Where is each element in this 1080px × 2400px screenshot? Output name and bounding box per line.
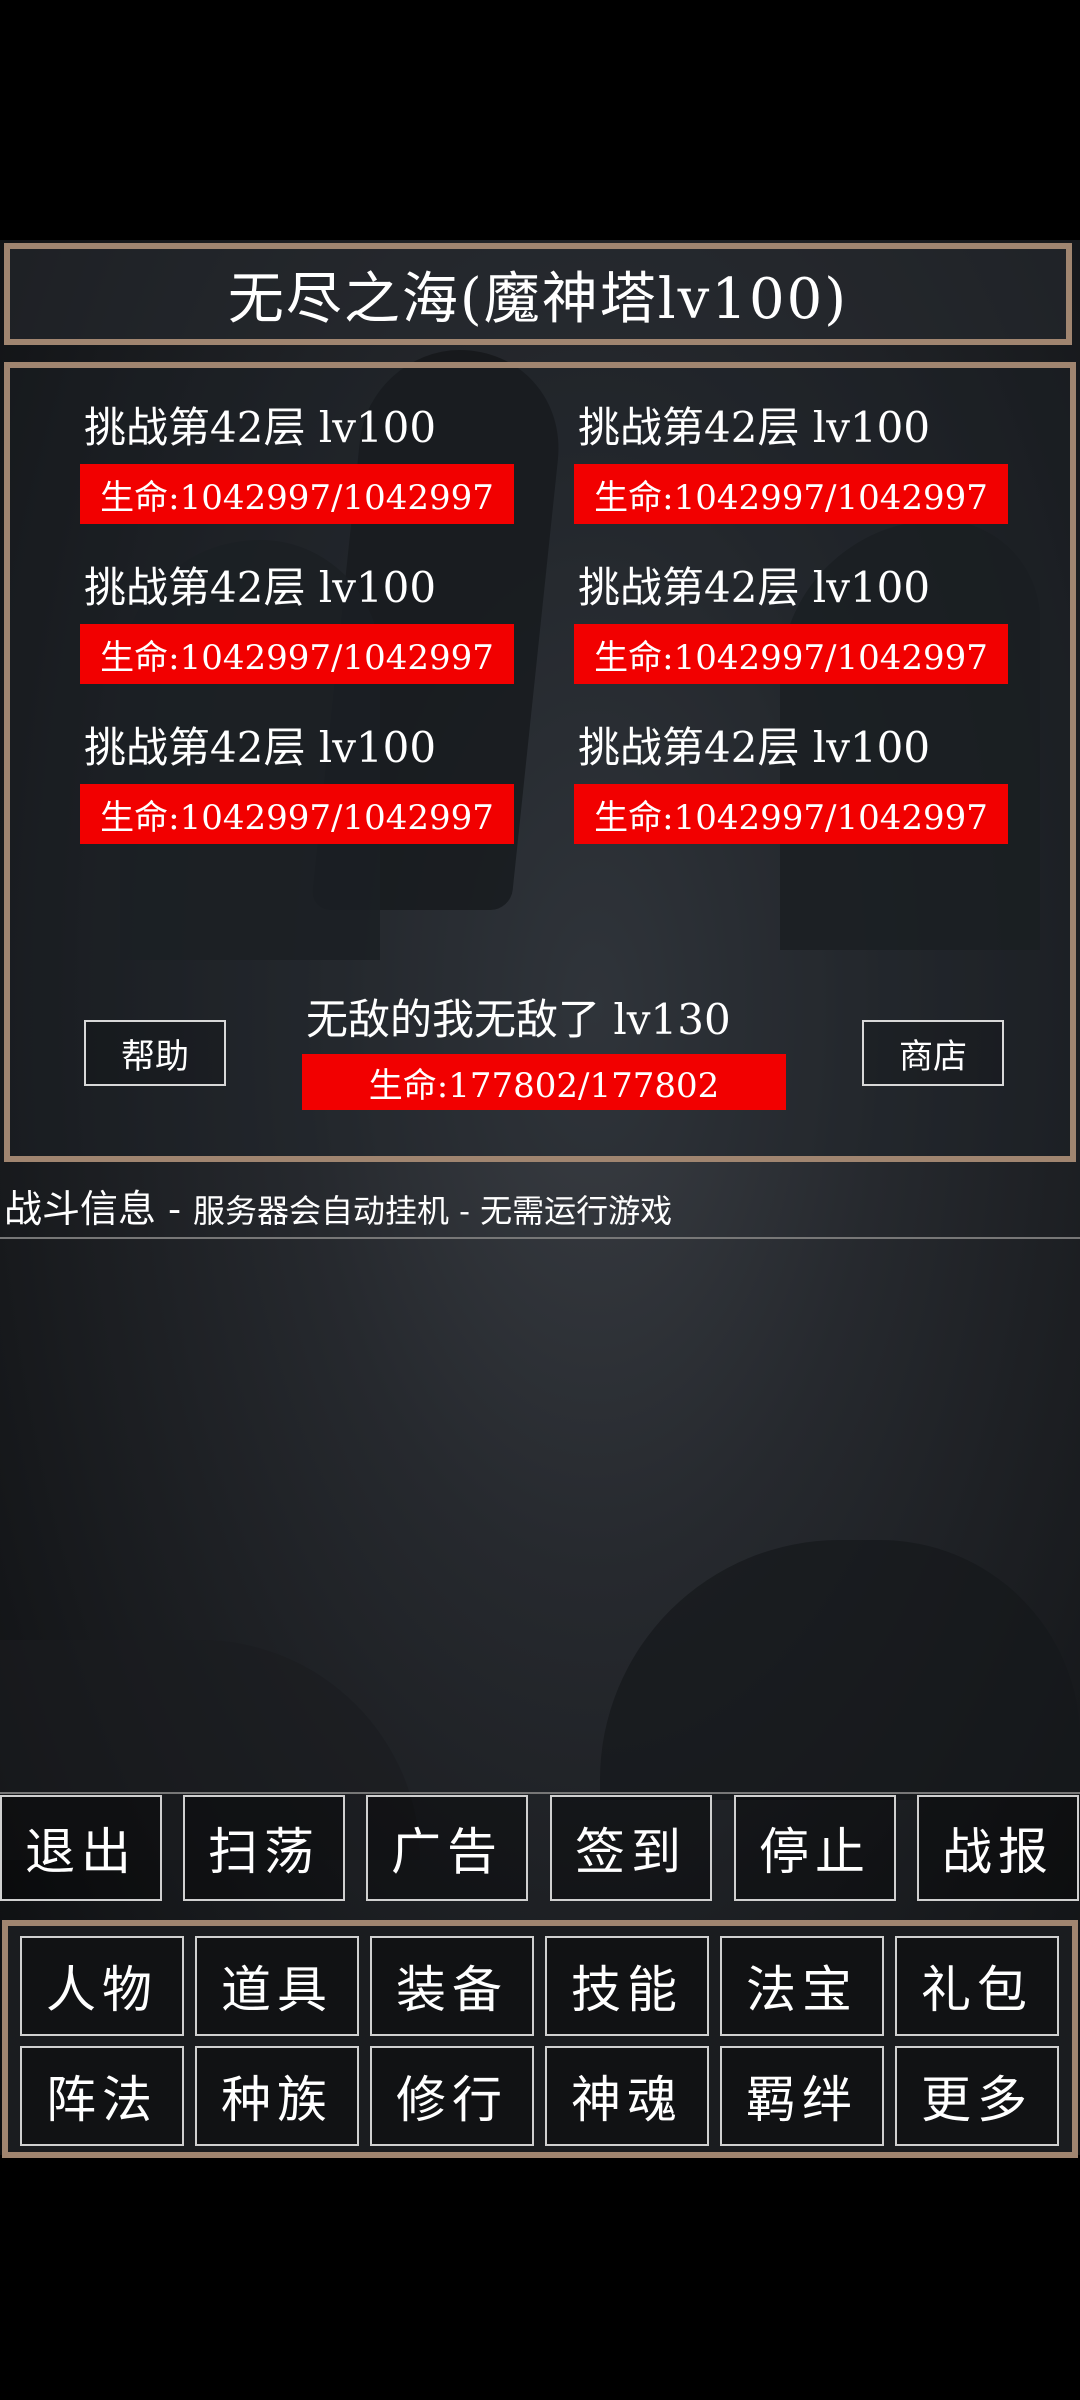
battle-log[interactable]: [0, 1237, 1080, 1794]
menu-cultivation[interactable]: 修行: [370, 2046, 534, 2146]
menu-equipment-label: 装备: [396, 1961, 508, 2019]
sweep-button[interactable]: 扫荡: [183, 1795, 345, 1901]
menu-skills[interactable]: 技能: [545, 1936, 709, 2036]
menu-skills-label: 技能: [571, 1961, 683, 2019]
menu-bonds[interactable]: 羁绊: [720, 2046, 884, 2146]
menu-formation-label: 阵法: [46, 2071, 158, 2129]
enemy-hp-bar: 生命:1042997/1042997: [574, 784, 1008, 844]
stage-title: 无尽之海(魔神塔lv100): [4, 243, 1072, 345]
menu-treasure[interactable]: 法宝: [720, 1936, 884, 2036]
player-hp-bar: 生命:177802/177802: [302, 1054, 786, 1110]
help-button[interactable]: 帮助: [84, 1020, 226, 1086]
menu-character-label: 人物: [46, 1961, 158, 2019]
menu-more[interactable]: 更多: [895, 2046, 1059, 2146]
ad-button-label: 广告: [391, 1823, 503, 1881]
exit-button[interactable]: 退出: [0, 1795, 162, 1901]
enemy-name: 挑战第42层 lv100: [578, 403, 931, 452]
enemy-hp-bar: 生命:1042997/1042997: [574, 624, 1008, 684]
shop-button[interactable]: 商店: [862, 1020, 1004, 1086]
battle-info-header: 战斗信息 - 服务器会自动挂机 - 无需运行游戏: [4, 1178, 672, 1233]
help-button-label: 帮助: [121, 1036, 189, 1077]
battle-info-subtitle: 服务器会自动挂机 - 无需运行游戏: [193, 1192, 673, 1230]
enemy-name: 挑战第42层 lv100: [84, 563, 437, 612]
menu-equipment[interactable]: 装备: [370, 1936, 534, 2036]
menu-items[interactable]: 道具: [195, 1936, 359, 2036]
enemy-name: 挑战第42层 lv100: [578, 563, 931, 612]
shop-button-label: 商店: [899, 1036, 967, 1077]
checkin-button-label: 签到: [575, 1823, 687, 1881]
action-bar: 退出 扫荡 广告 签到 停止 战报: [0, 1795, 1080, 1903]
stage-title-text: 无尽之海(魔神塔lv100): [227, 266, 849, 332]
ad-button[interactable]: 广告: [366, 1795, 528, 1901]
menu-items-label: 道具: [221, 1961, 333, 2019]
menu-bonds-label: 羁绊: [746, 2071, 858, 2129]
main-menu: 人物 道具 装备 技能 法宝 礼包 阵法 种族 修行 神魂 羁绊 更多: [2, 1920, 1078, 2158]
menu-soul-label: 神魂: [571, 2071, 683, 2129]
stop-button[interactable]: 停止: [734, 1795, 896, 1901]
enemy-name: 挑战第42层 lv100: [578, 723, 931, 772]
menu-more-label: 更多: [921, 2071, 1033, 2129]
menu-gift[interactable]: 礼包: [895, 1936, 1059, 2036]
sweep-button-label: 扫荡: [208, 1823, 320, 1881]
enemy-hp-bar: 生命:1042997/1042997: [80, 464, 514, 524]
menu-formation[interactable]: 阵法: [20, 2046, 184, 2146]
player-name: 无敌的我无敌了 lv130: [306, 995, 731, 1044]
battle-info-title: 战斗信息 -: [4, 1187, 193, 1231]
enemy-name: 挑战第42层 lv100: [84, 723, 437, 772]
menu-treasure-label: 法宝: [746, 1961, 858, 2019]
enemy-hp-bar: 生命:1042997/1042997: [574, 464, 1008, 524]
stop-button-label: 停止: [759, 1823, 871, 1881]
menu-gift-label: 礼包: [921, 1961, 1033, 2019]
battle-report-button[interactable]: 战报: [917, 1795, 1079, 1901]
enemy-hp-bar: 生命:1042997/1042997: [80, 624, 514, 684]
battle-report-button-label: 战报: [942, 1823, 1054, 1881]
checkin-button[interactable]: 签到: [550, 1795, 712, 1901]
menu-character[interactable]: 人物: [20, 1936, 184, 2036]
enemy-hp-bar: 生命:1042997/1042997: [80, 784, 514, 844]
menu-race-label: 种族: [221, 2071, 333, 2129]
exit-button-label: 退出: [25, 1823, 137, 1881]
enemy-name: 挑战第42层 lv100: [84, 403, 437, 452]
menu-soul[interactable]: 神魂: [545, 2046, 709, 2146]
battle-panel: 挑战第42层 lv100 生命:1042997/1042997 挑战第42层 l…: [4, 362, 1076, 1162]
menu-race[interactable]: 种族: [195, 2046, 359, 2146]
menu-cultivation-label: 修行: [396, 2071, 508, 2129]
